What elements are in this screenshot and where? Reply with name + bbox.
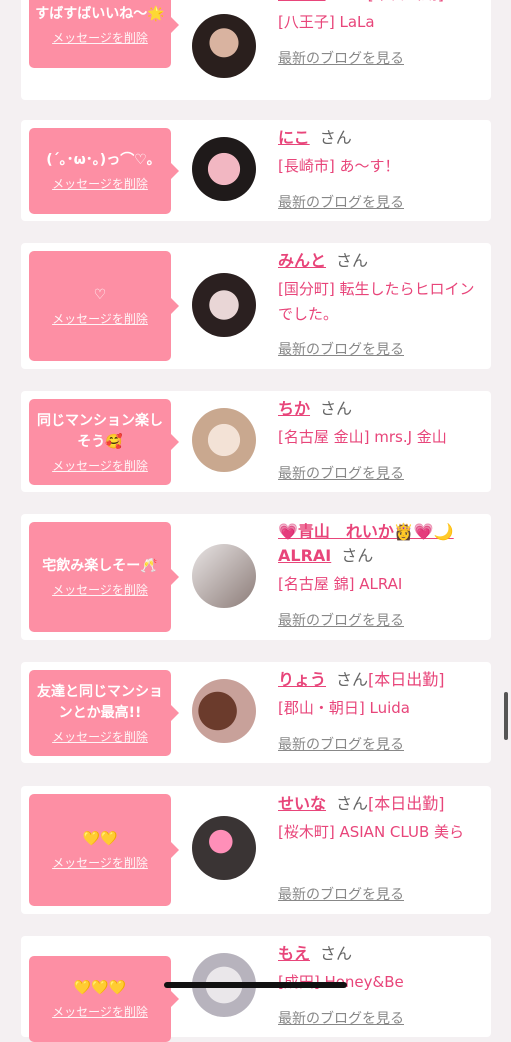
honorific: さん [336, 670, 369, 689]
latest-blog-link[interactable]: 最新のブログを見る [278, 463, 404, 483]
name-line: りょう さん[本日出勤] [278, 668, 488, 692]
message-bubble: 宅飲み楽しそー🥂 メッセージを削除 [29, 522, 179, 632]
honorific: さん [341, 546, 374, 565]
latest-blog-link[interactable]: 最新のブログを見る [278, 884, 404, 904]
shop-name: [名古屋 金山] mrs.J 金山 [278, 428, 447, 446]
latest-blog-link[interactable]: 最新のブログを見る [278, 734, 404, 754]
delete-message-link[interactable]: メッセージを削除 [52, 457, 148, 474]
latest-blog-link[interactable]: 最新のブログを見る [278, 48, 404, 68]
message-bubble: すばすばいいね〜🌟 メッセージを削除 [29, 0, 179, 68]
profile-info: にこ さん [長崎市] あ〜す！ 最新のブログを見る [278, 126, 488, 221]
profile-info: 💗青山 れいか👸💗🌙ALRAI さん [名古屋 錦] ALRAI 最新のブログを見る [278, 520, 488, 640]
shop-name: [長崎市] あ〜す！ [278, 157, 400, 175]
profile-info: みんと さん [国分町] 転生したらヒロインでした。最新のブログを見る [278, 249, 488, 369]
shop-name: [桜木町] ASIAN CLUB 美ら [278, 823, 465, 841]
delete-message-link[interactable]: メッセージを削除 [52, 728, 148, 745]
avatar[interactable] [192, 137, 256, 201]
list-item: 宅飲み楽しそー🥂 メッセージを削除 💗青山 れいか👸💗🌙ALRAI さん [名古屋 錦]… [21, 514, 491, 640]
name-line: せいな さん[本日出勤] [278, 792, 488, 816]
status-badge: [本日出勤] [368, 794, 445, 813]
shop-name: [国分町] 転生したらヒロインでした。 [278, 280, 475, 323]
message-text: 同じマンション楽しそう🥰 [37, 412, 163, 450]
message-bubble: 💛💛💛 メッセージを削除 [29, 956, 179, 1042]
message-text: (´｡･ω･｡)っ⌒♡｡ [46, 152, 154, 168]
message-bubble: 友達と同じマンションとか最高!! メッセージを削除 [29, 670, 179, 756]
profile-name-link[interactable]: かえで [278, 0, 326, 3]
name-line: ちか さん [278, 397, 488, 421]
profile-info: ちか さん [名古屋 金山] mrs.J 金山 最新のブログを見る [278, 397, 488, 492]
latest-blog-link[interactable]: 最新のブログを見る [278, 1008, 404, 1028]
profile-name-link[interactable]: りょう [278, 670, 326, 689]
name-line: かえで さん[本日出勤] [278, 0, 488, 6]
profile-name-link[interactable]: もえ [278, 944, 310, 963]
honorific: さん [319, 128, 352, 147]
message-bubble: 💛💛 メッセージを削除 [29, 794, 179, 906]
avatar[interactable] [192, 544, 256, 608]
list-item: 💛💛 メッセージを削除 せいな さん[本日出勤] [桜木町] ASIAN CLUB 美ら… [21, 786, 491, 914]
message-text: ♡ [93, 287, 107, 303]
status-badge: [本日出勤] [368, 670, 445, 689]
profile-name-link[interactable]: せいな [278, 794, 326, 813]
message-bubble: (´｡･ω･｡)っ⌒♡｡ メッセージを削除 [29, 128, 179, 214]
profile-info: もえさん[成田] Honey&Be最新のブログを見る [278, 942, 488, 1037]
message-bubble: ♡ メッセージを削除 [29, 251, 179, 361]
name-line: にこ さん [278, 126, 488, 150]
scrollbar[interactable] [504, 692, 508, 740]
profile-info: せいな さん[本日出勤] [桜木町] ASIAN CLUB 美ら 最新のブログを見る [278, 792, 488, 914]
name-line: みんと さん [278, 249, 488, 273]
latest-blog-link[interactable]: 最新のブログを見る [278, 192, 404, 212]
honorific: さん [336, 794, 369, 813]
message-text: 宅飲み楽しそー🥂 [42, 558, 158, 574]
avatar[interactable] [192, 14, 256, 78]
shop-name: [名古屋 錦] ALRAI [278, 575, 403, 593]
delete-message-link[interactable]: メッセージを削除 [52, 310, 148, 327]
profile-name-link[interactable]: にこ [278, 128, 310, 147]
name-line: 💗青山 れいか👸💗🌙ALRAI さん [278, 520, 488, 568]
status-badge: [本日出勤] [368, 0, 445, 3]
shop-name: [八王子] LaLa [278, 13, 375, 31]
list-item: ♡ メッセージを削除 みんと さん [国分町] 転生したらヒロインでした。最新のブログを… [21, 243, 491, 369]
profile-name-link[interactable]: みんと [278, 251, 326, 270]
message-text: 💛💛 [82, 831, 118, 847]
list-item: 友達と同じマンションとか最高!! メッセージを削除 りょう さん[本日出勤] [郡山・朝… [21, 662, 491, 763]
profile-name-link[interactable]: ちか [278, 399, 310, 418]
honorific: さん [336, 0, 368, 3]
home-indicator[interactable] [164, 982, 347, 988]
delete-message-link[interactable]: メッセージを削除 [52, 854, 148, 871]
list-item: すばすばいいね〜🌟 メッセージを削除 かえで さん[本日出勤] [八王子] LaLa 最新… [21, 0, 491, 100]
profile-info: りょう さん[本日出勤] [郡山・朝日] Luida 最新のブログを見る [278, 668, 488, 763]
avatar[interactable] [192, 816, 256, 880]
delete-message-link[interactable]: メッセージを削除 [52, 1003, 148, 1020]
list-item: 同じマンション楽しそう🥰 メッセージを削除 ちか さん [名古屋 金山] mrs.J 金… [21, 391, 491, 492]
delete-message-link[interactable]: メッセージを削除 [52, 581, 148, 598]
name-line: もえ さん [278, 942, 488, 966]
message-text: すばすばいいね〜🌟 [35, 5, 165, 22]
latest-blog-link[interactable]: 最新のブログを見る [278, 339, 404, 359]
profile-info: かえで さん[本日出勤] [八王子] LaLa 最新のブログを見る [278, 0, 488, 100]
message-text: 💛💛💛 [73, 980, 127, 996]
avatar[interactable] [192, 679, 256, 743]
shop-name: [郡山・朝日] Luida [278, 699, 410, 717]
honorific: さん [336, 251, 369, 270]
honorific: さん [320, 399, 353, 418]
latest-blog-link[interactable]: 最新のブログを見る [278, 610, 404, 630]
message-bubble: 同じマンション楽しそう🥰 メッセージを削除 [29, 399, 179, 485]
list-item: (´｡･ω･｡)っ⌒♡｡ メッセージを削除 にこ さん [長崎市] あ〜す！ 最新のブログ… [21, 120, 491, 221]
message-text: 友達と同じマンションとか最高!! [37, 683, 163, 721]
delete-message-link[interactable]: メッセージを削除 [52, 29, 148, 46]
avatar[interactable] [192, 408, 256, 472]
delete-message-link[interactable]: メッセージを削除 [52, 175, 148, 192]
honorific: さん [320, 944, 353, 963]
avatar[interactable] [192, 273, 256, 337]
